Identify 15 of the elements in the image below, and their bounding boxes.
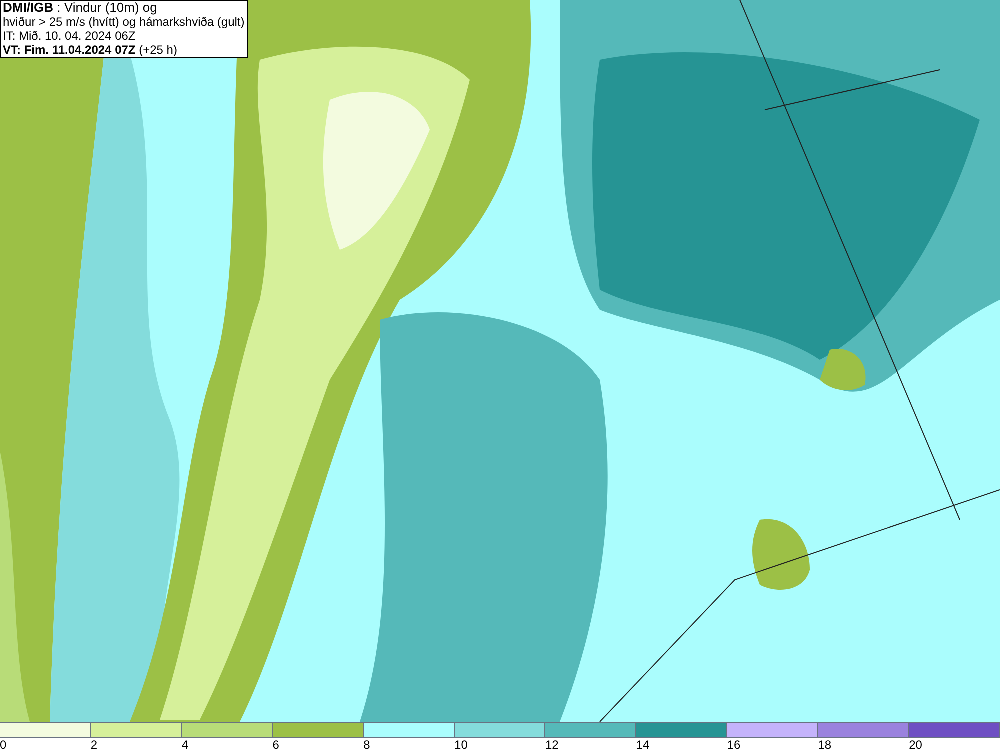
scale-label: 12 xyxy=(545,738,559,752)
scale-label: 6 xyxy=(272,738,280,752)
scale-label: 0 xyxy=(0,738,7,752)
scale-label: 18 xyxy=(818,738,832,752)
scale-label: 14 xyxy=(636,738,650,752)
scale-label: 10 xyxy=(454,738,468,752)
scale-label: 4 xyxy=(182,738,188,752)
scale-label: 16 xyxy=(727,738,741,752)
scale-label: 20 xyxy=(909,738,922,752)
map-caption: hviður > 25 m/s (hvítt) og hámarkshviða (gult) xyxy=(3,15,245,29)
map-caption: VT: Fim. 11.04.2024 07Z (+25 h) xyxy=(3,43,178,57)
map-caption: IT: Mið. 10. 04. 2024 06Z xyxy=(3,29,137,43)
scale-label: 2 xyxy=(90,738,98,752)
scale-label: 8 xyxy=(364,738,370,752)
map-title: DMI/IGB : Vindur (10m) og xyxy=(3,1,158,15)
